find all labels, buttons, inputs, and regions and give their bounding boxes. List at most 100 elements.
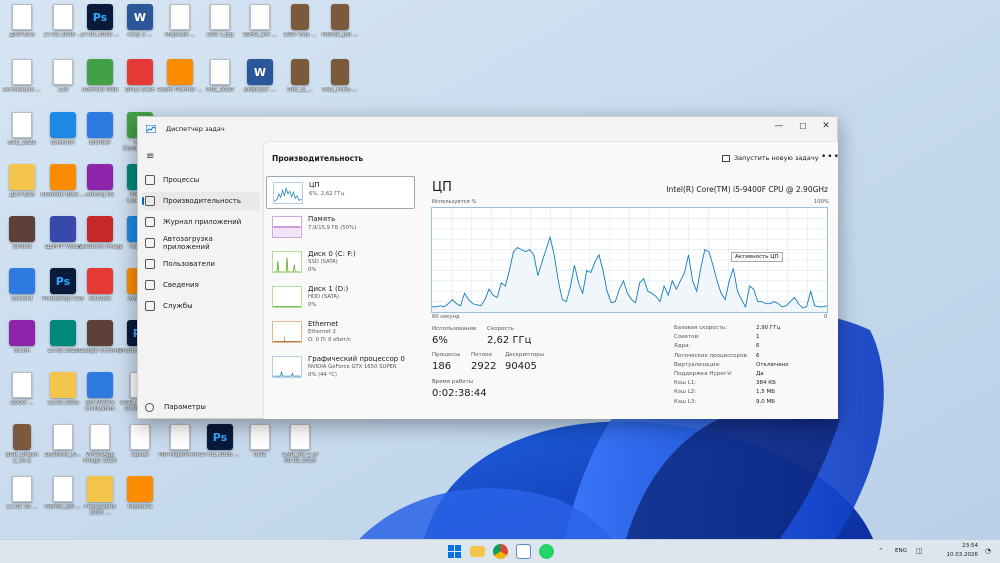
resource-gpu[interactable]: Графический процессор 0 NVIDIA GeForce G… bbox=[266, 351, 415, 384]
title-bar[interactable]: Диспетчер задач — ☐ ✕ bbox=[138, 117, 837, 141]
desktop-icon[interactable]: QPLA Scan bbox=[118, 59, 162, 107]
whatsapp-icon[interactable] bbox=[539, 544, 554, 559]
task-manager-taskbar-icon[interactable] bbox=[516, 544, 531, 559]
desktop-icon[interactable]: Активация ... bbox=[0, 59, 44, 107]
file-explorer-icon[interactable] bbox=[470, 546, 485, 557]
desktop-icon[interactable]: Wреферат ... bbox=[238, 59, 282, 107]
desktop-icon[interactable]: География 2026 ... bbox=[78, 476, 122, 524]
maximize-button[interactable]: ☐ bbox=[792, 119, 814, 133]
desktop-icon[interactable]: Корзина bbox=[118, 476, 162, 524]
resource-disk-1[interactable]: Диск 1 (D:) HDD (SATA) 0% bbox=[266, 281, 415, 314]
desktop-icon[interactable]: 11.02 26 ... bbox=[0, 476, 44, 524]
desktop-icon[interactable]: Blender bbox=[78, 112, 122, 160]
nav-item-services[interactable]: Службы bbox=[142, 297, 260, 315]
doc-icon bbox=[53, 59, 73, 85]
spec-label: Кэш L2: bbox=[674, 389, 697, 396]
chevron-up-icon[interactable]: ⌃ bbox=[878, 547, 884, 555]
spec-value: 9,0 МБ bbox=[756, 398, 776, 405]
graph-span-label: 60 секунд bbox=[432, 314, 460, 320]
minimize-button[interactable]: — bbox=[768, 119, 790, 133]
disk-0-mini-graph bbox=[272, 251, 302, 273]
doc-icon bbox=[170, 4, 190, 30]
desktop-icon[interactable]: IMG_2020 bbox=[198, 59, 242, 107]
folder-icon bbox=[87, 476, 113, 502]
cpu-activity-tooltip: Активность ЦП bbox=[731, 252, 783, 262]
minimize-icon: — bbox=[774, 121, 784, 131]
nav-item-startup[interactable]: Автозагрузка приложений bbox=[142, 231, 260, 255]
desktop-icon-label: ВСЁ_2026 bbox=[8, 140, 36, 146]
doc-icon bbox=[90, 424, 110, 450]
desktop-icon[interactable]: Polnoe_pol ... bbox=[318, 4, 362, 52]
desktop-icon[interactable]: 0,92 bbox=[238, 424, 282, 472]
gear-icon bbox=[145, 402, 154, 412]
threads-label: Потоки bbox=[471, 352, 492, 358]
desktop-icon[interactable]: FastStone Image bbox=[77, 216, 123, 264]
doc-icon bbox=[210, 4, 230, 30]
language-indicator[interactable]: ENG bbox=[895, 548, 907, 554]
desktop-icon[interactable]: МИ Маркетинг bbox=[158, 424, 202, 472]
app-icon bbox=[167, 59, 193, 85]
app-icon bbox=[9, 320, 35, 346]
start-button[interactable] bbox=[447, 544, 462, 559]
desktop-icon[interactable]: Otis_B_... bbox=[278, 59, 322, 107]
desktop-icon-label: Max_Fortu ... bbox=[322, 87, 358, 93]
desktop-icon[interactable]: Room Planner ... bbox=[157, 59, 203, 107]
nav-item-performance[interactable]: Производительность bbox=[142, 192, 260, 210]
details-icon bbox=[145, 280, 155, 290]
desktop-icon-label: BDR_Dnevn 2_ch-2 bbox=[5, 452, 39, 464]
desktop-icon[interactable]: SSHD_ant ... bbox=[238, 4, 282, 52]
desktop-icon[interactable]: архив bbox=[118, 424, 162, 472]
book-icon bbox=[291, 59, 309, 85]
desktop-icon-label: Активация ... bbox=[2, 87, 42, 93]
desktop-icon-label: Yandex bbox=[12, 244, 32, 250]
desktop-icon[interactable]: ВСЁ_2026 bbox=[0, 112, 44, 160]
desktop-icon[interactable]: uTorrent Web bbox=[78, 59, 122, 107]
desktop-icon[interactable]: WhatsApp Image 2026 bbox=[78, 424, 122, 472]
desktop-icon[interactable]: CMR_inv 2 of 09.02.2026 bbox=[278, 424, 322, 472]
desktop-icon[interactable]: Sid Meiers Civilization bbox=[78, 372, 122, 420]
nav-item-processes[interactable]: Процессы bbox=[142, 171, 260, 189]
desktop-icon[interactable]: Google Chrome bbox=[78, 320, 122, 368]
desktop-icon[interactable]: oCam bbox=[0, 320, 44, 368]
doc-icon bbox=[12, 112, 32, 138]
doc-icon bbox=[12, 59, 32, 85]
desktop-icon[interactable]: ACDSee bbox=[78, 268, 122, 316]
nav-item-users[interactable]: Пользователи bbox=[142, 255, 260, 273]
run-new-task-button[interactable]: Запустить новую задачу bbox=[722, 154, 819, 162]
folder-icon bbox=[50, 372, 76, 398]
clock-time[interactable]: 23:54 bbox=[948, 543, 978, 549]
desktop-icon[interactable]: Discord bbox=[0, 268, 44, 316]
desktop-icon[interactable]: 1997 Buy ... bbox=[278, 4, 322, 52]
users-icon bbox=[145, 259, 155, 269]
desktop-icon-label: oCam bbox=[14, 348, 30, 354]
hamburger-menu-icon[interactable]: ≡ bbox=[146, 152, 156, 162]
clock-date[interactable]: 10.03.2026 bbox=[932, 552, 979, 558]
more-options-icon[interactable]: ••• bbox=[821, 152, 840, 162]
resource-disk-0[interactable]: Диск 0 (C: F:) SSD (SATA) 0% bbox=[266, 246, 415, 279]
desktop-icon[interactable]: ДСЛ ВСЁ bbox=[0, 164, 44, 212]
nav-item-details[interactable]: Сведения bbox=[142, 276, 260, 294]
threads-value: 2922 bbox=[471, 361, 497, 372]
notifications-icon[interactable]: ◔ bbox=[985, 547, 991, 555]
resource-memory[interactable]: Память 7,9/15,9 ГБ (50%) bbox=[266, 211, 415, 244]
desktop-icon[interactable]: Wссср 3 ... bbox=[118, 4, 162, 52]
settings-button[interactable]: Параметры bbox=[142, 400, 206, 414]
desktop-icon[interactable]: Among Us bbox=[78, 164, 122, 212]
nav-item-app-history[interactable]: Журнал приложений bbox=[142, 213, 260, 231]
desktop-icon[interactable]: Ps 27.01.2026 ... bbox=[198, 424, 242, 472]
doc-icon bbox=[290, 424, 310, 450]
resource-detail: 6%, 2,62 ГГц bbox=[309, 191, 345, 197]
resource-ethernet[interactable]: Ethernet Ethernet 2 О: 0 П: 0 кбит/с bbox=[266, 316, 415, 349]
desktop-icon[interactable]: Yandex bbox=[0, 216, 44, 264]
desktop-icon[interactable]: LOGO ... bbox=[0, 372, 44, 420]
desktop-icon[interactable]: Ps 27.01.2026 ... bbox=[78, 4, 122, 52]
desktop-icon[interactable]: Мирный ... bbox=[158, 4, 202, 52]
chrome-icon[interactable] bbox=[493, 544, 508, 559]
desktop-icon[interactable]: ДЛЯ ВСЁ bbox=[0, 4, 44, 52]
resource-cpu[interactable]: ЦП 6%, 2,62 ГГц bbox=[266, 176, 415, 209]
desktop-icon[interactable]: Max_Fortu ... bbox=[318, 59, 362, 107]
desktop-icon[interactable]: BDR_Dnevn 2_ch-2 bbox=[0, 424, 44, 472]
network-icon[interactable]: ◫ bbox=[916, 547, 923, 555]
close-button[interactable]: ✕ bbox=[815, 119, 837, 133]
desktop-icon[interactable]: (20) 1.jpg bbox=[198, 4, 242, 52]
